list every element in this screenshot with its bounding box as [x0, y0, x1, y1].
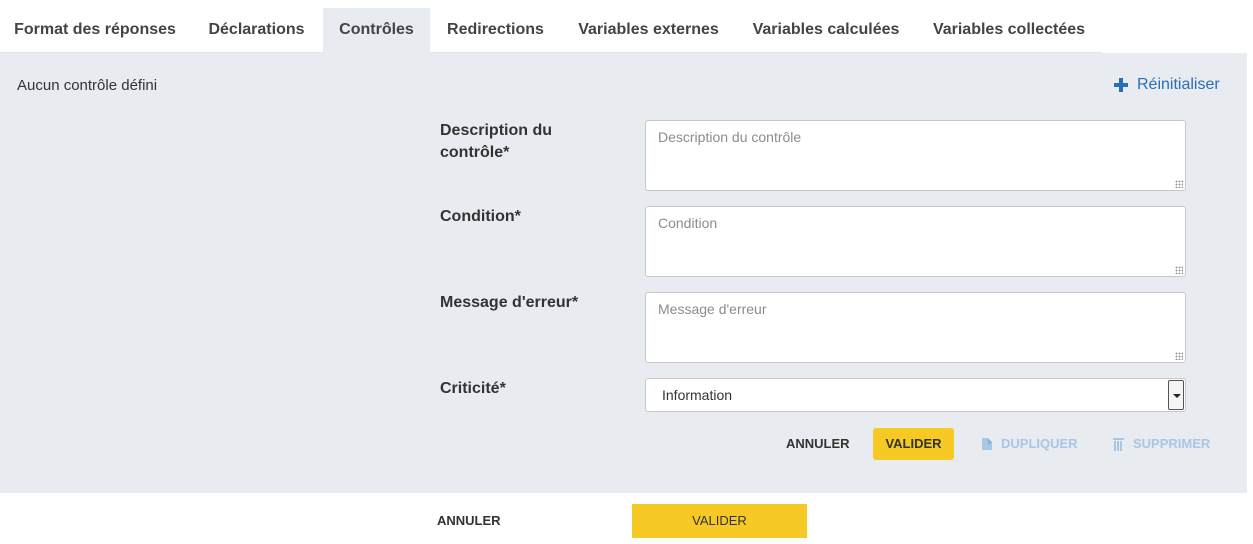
description-label: Description du contrôle* — [440, 122, 553, 161]
chevron-down-icon[interactable] — [1168, 380, 1184, 410]
tab-controles[interactable]: Contrôles — [323, 8, 430, 53]
validate-control-button[interactable]: VALIDER — [873, 428, 954, 460]
tab-bar: Format des réponses Déclarations Contrôl… — [0, 0, 1253, 53]
reset-label: Réinitialiser — [1137, 76, 1220, 93]
condition-input[interactable] — [646, 207, 1185, 276]
tab-declarations[interactable]: Déclarations — [190, 8, 323, 53]
message-label: Message d'erreur* — [440, 294, 579, 311]
file-icon — [982, 438, 992, 450]
empty-controls-text: Aucun contrôle défini — [17, 77, 158, 94]
delete-control-button[interactable]: SUPPRIMER — [1113, 428, 1210, 460]
description-input[interactable] — [646, 121, 1185, 190]
footer-validate-button[interactable]: VALIDER — [632, 504, 807, 538]
tab-variables-externes[interactable]: Variables externes — [561, 8, 736, 53]
footer-cancel-button[interactable]: ANNULER — [437, 513, 501, 528]
reset-button[interactable]: Réinitialiser — [1113, 76, 1220, 94]
message-input[interactable] — [646, 293, 1185, 362]
tab-variables-collectees[interactable]: Variables collectées — [916, 8, 1102, 53]
delete-label: SUPPRIMER — [1133, 436, 1211, 451]
duplicate-control-button[interactable]: DUPLIQUER — [982, 428, 1078, 460]
criticite-label: Criticité* — [440, 380, 506, 397]
description-field-box — [645, 120, 1186, 191]
resize-grip-icon[interactable] — [1175, 266, 1183, 274]
cancel-control-button[interactable]: ANNULER — [786, 428, 850, 460]
condition-field-box — [645, 206, 1186, 277]
controls-panel: Aucun contrôle défini Réinitialiser Desc… — [0, 53, 1247, 493]
resize-grip-icon[interactable] — [1175, 180, 1183, 188]
message-field-box — [645, 292, 1186, 363]
criticite-selected-value: Information — [662, 387, 733, 403]
trash-icon — [1113, 437, 1124, 451]
tab-redirections[interactable]: Redirections — [430, 8, 561, 53]
tab-variables-calculees[interactable]: Variables calculées — [736, 8, 916, 53]
criticite-select[interactable]: Information — [645, 378, 1186, 412]
duplicate-label: DUPLIQUER — [1001, 436, 1078, 451]
plus-icon — [1113, 77, 1129, 93]
resize-grip-icon[interactable] — [1175, 352, 1183, 360]
condition-label: Condition* — [440, 208, 521, 225]
tab-format-reponses[interactable]: Format des réponses — [0, 8, 190, 53]
